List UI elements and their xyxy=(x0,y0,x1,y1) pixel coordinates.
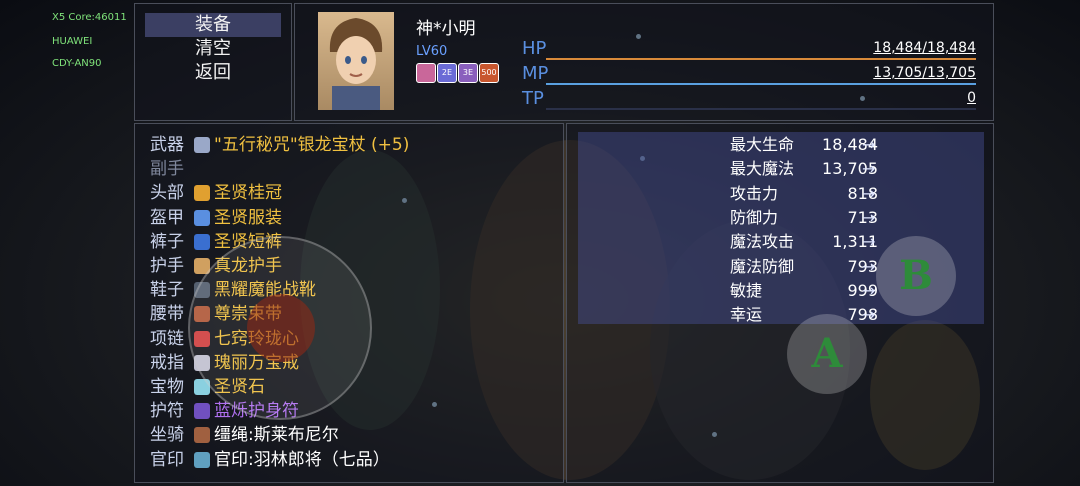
menu-equip[interactable]: 装备 xyxy=(145,13,281,37)
equipment-slot-label: 盔甲 xyxy=(150,207,184,228)
tp-bar-track xyxy=(546,108,976,110)
equipment-slot-label: 护手 xyxy=(150,256,184,276)
stat-compare-arrow-icon: → xyxy=(862,135,876,154)
amulet-icon xyxy=(194,403,210,420)
stat-compare-arrow-icon: → xyxy=(862,305,876,325)
stat-compare-arrow-icon: → xyxy=(862,183,876,203)
seal-icon xyxy=(194,451,210,468)
badge-icon: 3E xyxy=(458,63,478,83)
stat-compare-arrow-icon: → xyxy=(862,159,876,179)
menu-back[interactable]: 返回 xyxy=(145,61,281,85)
system-model-label: CDY-AN90 xyxy=(52,58,102,69)
stat-compare-arrow-icon: → xyxy=(862,256,876,276)
equipment-slot-label: 副手 xyxy=(150,159,184,180)
equipment-slot-label: 戒指 xyxy=(150,352,184,373)
stat-label: 魔法攻击 xyxy=(730,232,795,252)
menu-clear[interactable]: 清空 xyxy=(145,37,281,61)
character-portrait xyxy=(318,12,394,110)
equipment-slot-label: 裤子 xyxy=(150,231,184,252)
equipment-row[interactable]: 官印 官印:羽林郎将（七品） xyxy=(150,448,390,472)
equipment-item-name: 圣贤服装 xyxy=(214,207,282,228)
level-value: 60 xyxy=(430,44,448,59)
a-button[interactable]: A xyxy=(787,314,867,394)
stat-compare-arrow-icon: → xyxy=(862,232,876,252)
equipment-item-name: "五行秘咒"银龙宝杖 (+5) xyxy=(214,135,410,155)
mp-bar-fill xyxy=(546,83,976,85)
joystick-knob[interactable] xyxy=(247,294,315,362)
rein-icon xyxy=(194,427,210,444)
equipment-slot-label: 武器 xyxy=(150,135,184,155)
equipment-slot-label: 头部 xyxy=(150,183,184,204)
equipment-slot-label: 鞋子 xyxy=(150,280,184,301)
equipment-row[interactable]: 武器 "五行秘咒"银龙宝杖 (+5) xyxy=(150,133,409,157)
figure-icon xyxy=(416,63,436,83)
stat-label: 最大生命 xyxy=(730,135,795,154)
equipment-slot-label: 护符 xyxy=(150,401,184,422)
character-name: 神*小明 xyxy=(416,19,476,39)
mp-value: 13,705/13,705 xyxy=(873,65,976,81)
stat-compare-arrow-icon: → xyxy=(862,207,876,227)
stat-label: 魔法防御 xyxy=(730,256,795,276)
pants-icon xyxy=(194,233,210,250)
equipment-slot-label: 宝物 xyxy=(150,377,184,397)
tp-value: 0 xyxy=(967,90,976,106)
equipment-slot-label: 项链 xyxy=(150,328,184,349)
stat-compare-arrow-icon: → xyxy=(862,280,876,300)
b-button[interactable]: B xyxy=(876,236,956,316)
mp-label: MP xyxy=(522,63,549,84)
hp-label: HP xyxy=(522,38,547,59)
stat-label: 攻击力 xyxy=(730,183,779,203)
equipment-item-name: 缰绳:斯莱布尼尔 xyxy=(214,425,339,446)
equipment-slot-label: 坐骑 xyxy=(150,425,184,446)
equipment-row[interactable]: 副手 xyxy=(150,157,190,181)
equipment-item-name: 官印:羽林郎将（七品） xyxy=(214,449,390,470)
hp-value: 18,484/18,484 xyxy=(873,40,976,56)
stat-label: 敏捷 xyxy=(730,280,763,300)
system-vendor-label: HUAWEI xyxy=(52,36,93,47)
character-level: LV60 xyxy=(416,40,447,59)
badge-icon: 500 xyxy=(479,63,499,83)
stat-label: 防御力 xyxy=(730,207,779,227)
robe-icon xyxy=(194,209,210,226)
level-prefix: LV xyxy=(416,44,431,59)
equipment-row[interactable]: 坐骑 缰绳:斯莱布尼尔 xyxy=(150,423,339,447)
equipment-row[interactable]: 头部 圣贤桂冠 xyxy=(150,181,282,205)
equipment-slot-label: 腰带 xyxy=(150,304,184,325)
stat-label: 最大魔法 xyxy=(730,159,795,179)
system-core-label: X5 Core:46011 xyxy=(52,12,127,23)
staff-icon xyxy=(194,137,210,153)
stat-label: 幸运 xyxy=(730,305,763,325)
equipment-slot-label: 官印 xyxy=(150,449,184,470)
crown-icon xyxy=(194,185,210,202)
character-status-panel xyxy=(294,3,994,121)
portrait-face-icon xyxy=(329,18,383,110)
equipment-item-name: 圣贤桂冠 xyxy=(214,183,282,204)
equipment-row[interactable]: 盔甲 圣贤服装 xyxy=(150,206,282,230)
hp-bar-fill xyxy=(546,58,976,60)
badge-icon: 2E xyxy=(437,63,457,83)
tp-label: TP xyxy=(522,88,544,109)
